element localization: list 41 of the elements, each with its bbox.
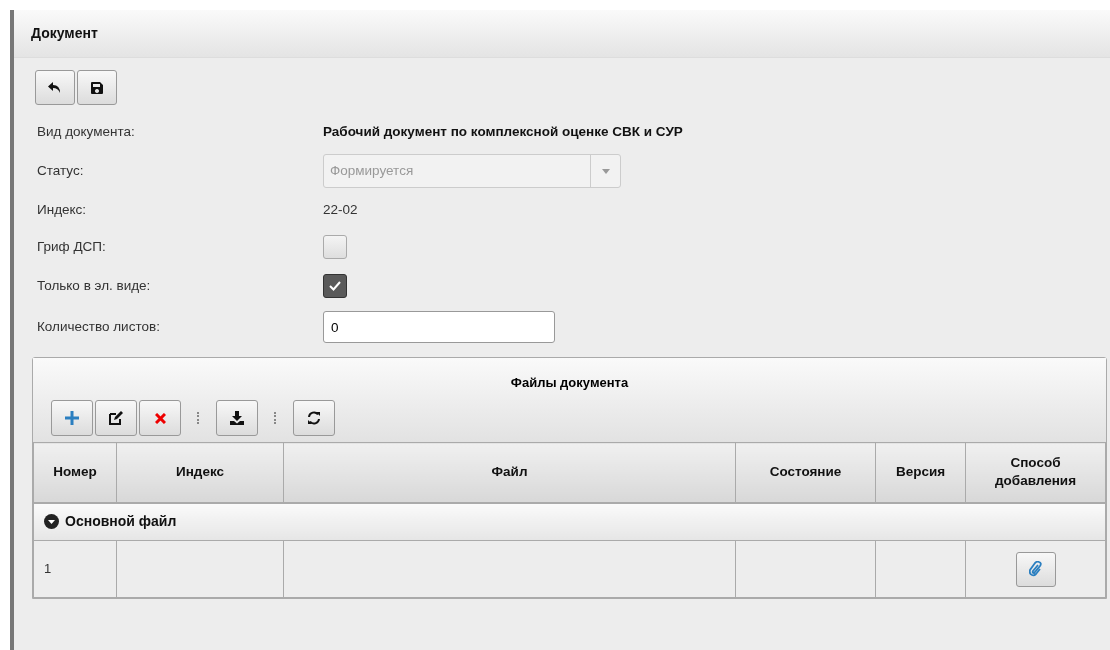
download-icon (230, 411, 244, 425)
undo-button[interactable] (35, 70, 75, 105)
edit-icon (109, 411, 123, 425)
column-header: Индекс (116, 442, 284, 503)
caret-icon (601, 168, 610, 174)
field-label: Количество листов: (37, 317, 161, 336)
field-label: Статус: (37, 161, 85, 180)
save-icon (91, 81, 103, 94)
table-cell: 1 (44, 561, 52, 577)
expand-icon (44, 514, 59, 530)
close-icon (154, 412, 166, 424)
download-button[interactable] (216, 400, 258, 436)
panel-title: Файлы документа (510, 375, 629, 390)
attach-button[interactable] (1015, 551, 1056, 587)
column-header: Версия (875, 442, 966, 503)
toolbar-separator (197, 412, 200, 424)
field-label: Гриф ДСП: (37, 237, 107, 256)
checkbox[interactable] (323, 274, 347, 298)
toolbar-separator (274, 412, 277, 424)
paperclip-icon (1028, 561, 1043, 577)
edit-button[interactable] (95, 400, 137, 436)
delete-button[interactable] (139, 400, 181, 436)
column-header: Файл (283, 442, 736, 503)
field-label: Только в эл. виде: (37, 276, 152, 295)
column-header: Состояние (735, 442, 876, 503)
checkbox[interactable] (323, 235, 347, 259)
field-value: Рабочий документ по комплексной оценке СВК и СУР (323, 122, 683, 141)
column-header: Способ добавления (965, 442, 1106, 503)
add-button[interactable] (51, 400, 93, 436)
undo-icon (48, 81, 62, 94)
sheet-count-field[interactable]: 0 (323, 311, 555, 343)
plus-icon (65, 411, 79, 425)
window-title: Документ (31, 24, 98, 43)
refresh-icon (307, 411, 321, 425)
field-label: Индекс: (37, 200, 88, 219)
save-button[interactable] (77, 70, 117, 105)
checkmark-icon (329, 281, 341, 291)
field-value: 22-02 (323, 200, 358, 219)
refresh-button[interactable] (293, 400, 335, 436)
field-label: Вид документа: (37, 122, 136, 141)
column-header: Номер (33, 442, 117, 503)
